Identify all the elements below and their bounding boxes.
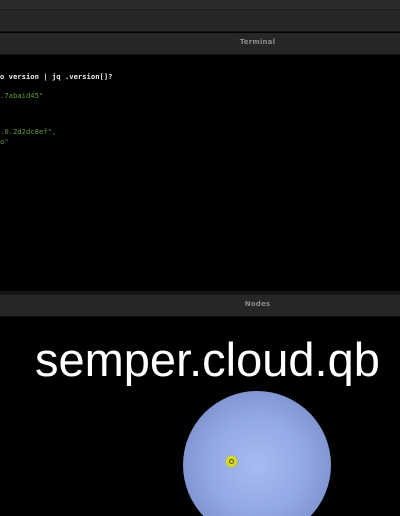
terminal-output-line: .7abaid45" bbox=[0, 91, 44, 100]
nodes-graph-canvas[interactable]: semper.cloud.qb bbox=[0, 317, 400, 516]
app-toolbar bbox=[0, 10, 400, 32]
node-circle[interactable] bbox=[183, 391, 331, 516]
app-top-bar bbox=[0, 0, 400, 10]
mouse-cursor-icon bbox=[226, 456, 237, 467]
terminal-output-line: .0.2d2dc8ef", bbox=[0, 127, 57, 136]
nodes-panel-header[interactable]: Nodes bbox=[0, 295, 400, 317]
cursor-ring-icon bbox=[229, 459, 234, 464]
node-label: semper.cloud.qb bbox=[35, 333, 380, 386]
nodes-panel-title: Nodes bbox=[244, 300, 271, 308]
terminal-panel-header[interactable]: Terminal bbox=[0, 33, 400, 55]
terminal-panel-title: Terminal bbox=[239, 38, 276, 46]
terminal-command-line: o version | jq .version[]? bbox=[0, 72, 113, 81]
terminal-output-line: o" bbox=[0, 137, 9, 146]
terminal-output[interactable]: o version | jq .version[]? .7abaid45" .0… bbox=[0, 55, 400, 291]
